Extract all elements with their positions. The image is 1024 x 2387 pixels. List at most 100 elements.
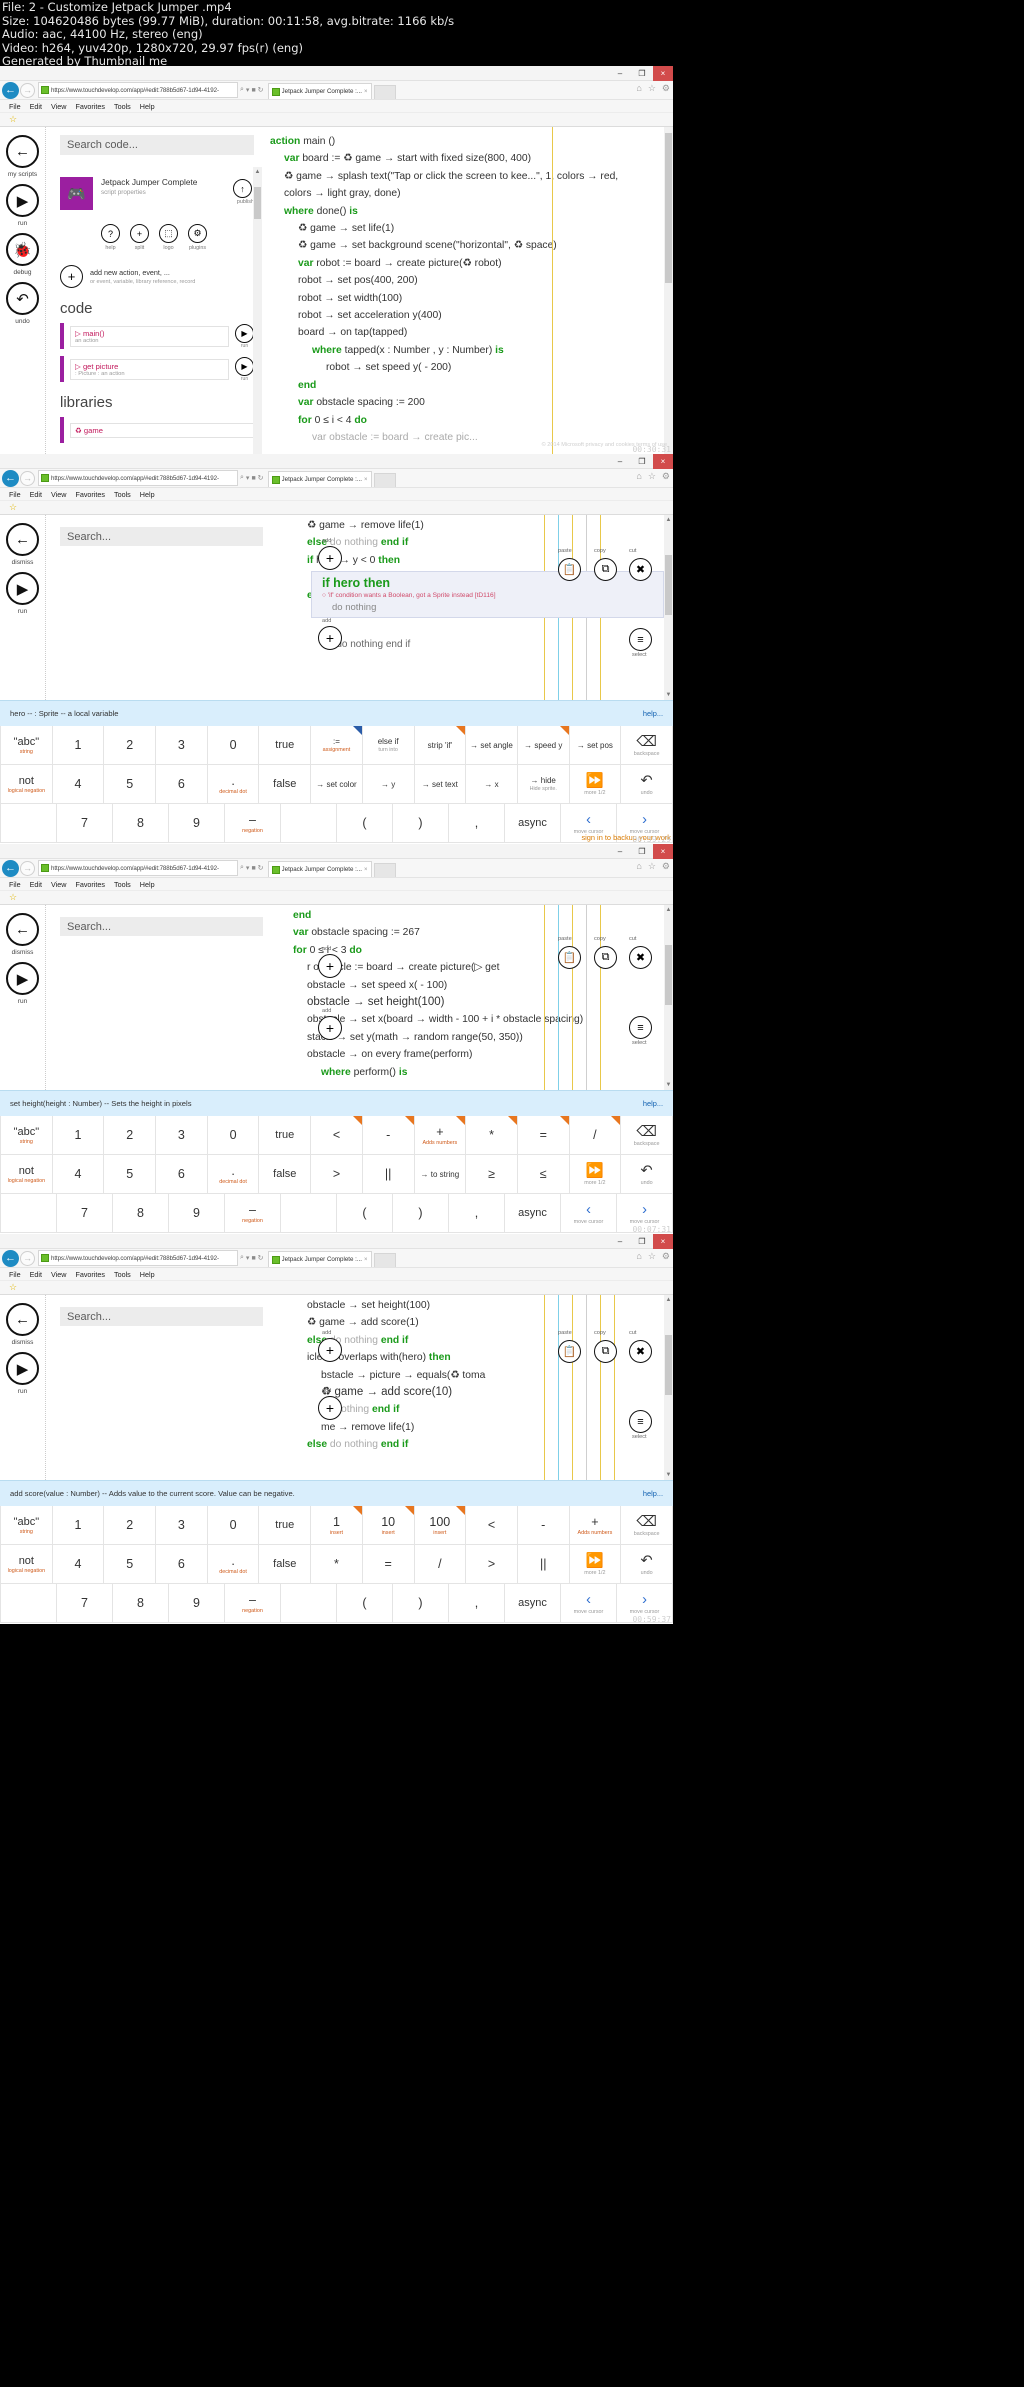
keyboard-key[interactable]: , (449, 804, 505, 843)
keyboard-key[interactable]: false (259, 1545, 312, 1584)
search-code-input[interactable]: Search code... (60, 135, 254, 155)
close-button[interactable]: × (653, 1234, 673, 1249)
keyboard-key[interactable]: async (505, 1584, 561, 1623)
keyboard-key[interactable]: "abc" string (0, 1116, 53, 1155)
menu-item-help[interactable]: Help (140, 102, 155, 111)
new-tab-button[interactable] (373, 473, 396, 487)
keyboard-key[interactable]: 4 (52, 1545, 105, 1584)
keyboard-key[interactable]: 8 (113, 804, 169, 843)
scroll-up-arrow[interactable]: ▲ (254, 169, 261, 175)
rail-button-run[interactable]: ▶ (6, 962, 39, 995)
search-input-4[interactable]: Search... (60, 1307, 263, 1326)
keyboard-key[interactable]: < (466, 1506, 518, 1545)
help-link[interactable]: help... (643, 709, 663, 718)
refresh-icon[interactable]: ↻ (258, 86, 264, 94)
keyboard-key[interactable]: → set text (414, 765, 467, 804)
chevron-down-icon[interactable]: ▾ (246, 1254, 250, 1262)
address-bar[interactable]: https://www.touchdevelop.com/app/#edit:7… (38, 82, 238, 98)
keyboard-key[interactable]: 1 (52, 1506, 105, 1545)
keyboard-key[interactable]: 100 insert (414, 1506, 467, 1545)
tab-close-icon[interactable]: × (364, 867, 368, 873)
favorites-star-icon[interactable]: ☆ (648, 861, 656, 872)
forward-button[interactable]: → (20, 860, 35, 876)
settings-gear-icon[interactable]: ⚙ (662, 861, 670, 872)
favorites-item-icon[interactable]: ☆ (9, 502, 17, 513)
keyboard-key[interactable]: async (505, 804, 561, 843)
keyboard-key[interactable]: true (259, 1116, 312, 1155)
keyboard-key[interactable]: true (259, 726, 312, 765)
minimize-button[interactable]: – (609, 66, 631, 81)
declaration-row[interactable]: ▷ main() an action ▶ run (60, 323, 254, 349)
tab-jetpack-jumper[interactable]: Jetpack Jumper Complete :... × (267, 861, 372, 877)
tab-close-icon[interactable]: × (364, 89, 368, 95)
keyboard-key[interactable]: 2 (104, 1506, 157, 1545)
menu-item-tools[interactable]: Tools (114, 880, 131, 889)
forward-button[interactable]: → (20, 1250, 35, 1266)
new-tab-button[interactable] (373, 1253, 396, 1267)
scroll-up-arrow[interactable]: ▲ (665, 1297, 672, 1303)
keyboard-key[interactable]: ‹ move cursor (561, 1584, 617, 1623)
code-pane-scrollbar-2[interactable]: ▲ ▼ (664, 515, 673, 700)
keyboard-key[interactable]: else if turn into (362, 726, 415, 765)
tab-close-icon[interactable]: × (364, 1257, 368, 1263)
keyboard-key[interactable]: ↶ undo (621, 1155, 673, 1194)
keyboard-key[interactable]: ( (337, 1584, 393, 1623)
minimize-button[interactable]: – (609, 1234, 631, 1249)
back-button[interactable]: ← (2, 859, 19, 877)
keyboard-key[interactable]: > (311, 1155, 363, 1194)
keyboard-key[interactable]: 0 (207, 726, 260, 765)
keyboard-key[interactable]: → x (466, 765, 518, 804)
rail-button-undo[interactable]: ↶ (6, 282, 39, 315)
keyboard-key[interactable]: 6 (156, 1545, 208, 1584)
library-row[interactable]: ♻ game (60, 417, 254, 443)
menu-item-favorites[interactable]: Favorites (75, 1270, 105, 1279)
tab-close-icon[interactable]: × (364, 477, 368, 483)
menu-item-edit[interactable]: Edit (30, 880, 42, 889)
menu-item-help[interactable]: Help (140, 1270, 155, 1279)
search-icon[interactable]: ⌕ (240, 1254, 244, 1262)
keyboard-key[interactable]: 9 (169, 804, 225, 843)
scroll-thumb[interactable] (254, 187, 261, 219)
forward-button[interactable]: → (20, 82, 35, 98)
back-button[interactable]: ← (2, 81, 19, 99)
keyboard-key[interactable]: / (414, 1545, 467, 1584)
keyboard-key[interactable]: := assignment (311, 726, 363, 765)
maximize-button[interactable]: ❐ (631, 844, 653, 859)
scroll-thumb[interactable] (665, 133, 672, 283)
declaration-run-wrap[interactable]: ▶ run (235, 356, 254, 382)
menu-item-view[interactable]: View (51, 490, 66, 499)
keyboard-key[interactable]: → set color (311, 765, 363, 804)
maximize-button[interactable]: ❐ (631, 454, 653, 469)
keyboard-key[interactable]: * (311, 1545, 363, 1584)
chevron-down-icon[interactable]: ▾ (246, 86, 250, 94)
keyboard-key[interactable]: → y (362, 765, 415, 804)
keyboard-key[interactable]: "abc" string (0, 726, 53, 765)
keyboard-key[interactable]: ) (393, 804, 449, 843)
refresh-icon[interactable]: ↻ (258, 474, 264, 482)
favorites-item-icon[interactable]: ☆ (9, 1282, 17, 1293)
settings-gear-icon[interactable]: ⚙ (662, 1251, 670, 1262)
keyboard-key[interactable]: . decimal dot (207, 1155, 260, 1194)
rail-button-debug[interactable]: 🐞 (6, 233, 39, 266)
menu-item-tools[interactable]: Tools (114, 490, 131, 499)
menu-item-edit[interactable]: Edit (30, 490, 42, 499)
menu-item-favorites[interactable]: Favorites (75, 880, 105, 889)
keyboard-key[interactable]: 4 (52, 765, 105, 804)
favorites-item-icon[interactable]: ☆ (9, 892, 17, 903)
publish-button[interactable]: ↑ (233, 179, 252, 198)
keyboard-key[interactable]: 0 (207, 1506, 260, 1545)
keyboard-key[interactable]: true (259, 1506, 312, 1545)
keyboard-key[interactable]: 5 (104, 1545, 157, 1584)
keyboard-key[interactable]: ⏩ more 1/2 (569, 765, 622, 804)
keyboard-key[interactable]: > (466, 1545, 518, 1584)
new-tab-button[interactable] (373, 85, 396, 99)
keyboard-key[interactable]: < (311, 1116, 363, 1155)
menu-item-view[interactable]: View (51, 880, 66, 889)
keyboard-key[interactable]: ≤ (517, 1155, 570, 1194)
lock-icon[interactable]: ■ (251, 865, 255, 872)
keyboard-key[interactable]: ⏩ more 1/2 (569, 1155, 622, 1194)
keyboard-key[interactable]: 7 (57, 1584, 113, 1623)
script-action-help[interactable]: ? help (101, 224, 120, 251)
maximize-button[interactable]: ❐ (631, 66, 653, 81)
lock-icon[interactable]: ■ (251, 1255, 255, 1262)
